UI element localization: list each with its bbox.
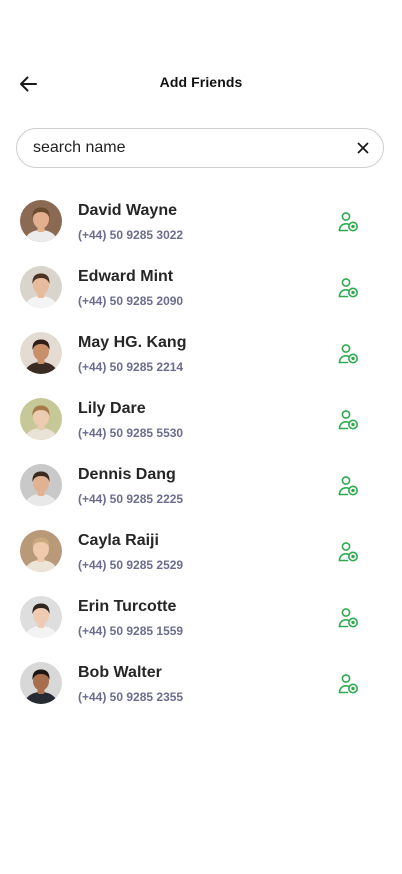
search-bar — [16, 128, 384, 168]
add-user-icon — [338, 410, 358, 430]
friend-phone: (+44) 50 9285 5530 — [78, 426, 184, 440]
friend-name: David Wayne — [78, 202, 177, 219]
add-user-icon — [338, 344, 358, 364]
avatar — [20, 530, 62, 572]
add-friend-button[interactable] — [334, 538, 362, 566]
add-user-icon — [338, 212, 358, 232]
friend-row: Cayla Raiji (+44) 50 9285 2529 — [0, 522, 402, 588]
friend-row: Lily Dare (+44) 50 9285 5530 — [0, 390, 402, 456]
friend-row: May HG. Kang (+44) 50 9285 2214 — [0, 324, 402, 390]
add-user-icon — [338, 542, 358, 562]
friend-row: Erin Turcotte (+44) 50 9285 1559 — [0, 588, 402, 654]
friend-phone: (+44) 50 9285 2355 — [78, 690, 184, 704]
add-friend-button[interactable] — [334, 274, 362, 302]
friend-name: Bob Walter — [78, 664, 162, 681]
friend-list: David Wayne (+44) 50 9285 3022 Edward Mi… — [0, 192, 402, 720]
friend-row: Edward Mint (+44) 50 9285 2090 — [0, 258, 402, 324]
friend-row: Dennis Dang (+44) 50 9285 2225 — [0, 456, 402, 522]
friend-name: Cayla Raiji — [78, 532, 159, 549]
friend-phone: (+44) 50 9285 2529 — [78, 558, 184, 572]
friend-row: Bob Walter (+44) 50 9285 2355 — [0, 654, 402, 720]
friend-phone: (+44) 50 9285 2225 — [78, 492, 184, 506]
add-user-icon — [338, 608, 358, 628]
avatar — [20, 266, 62, 308]
search-input[interactable] — [17, 129, 343, 167]
avatar — [20, 596, 62, 638]
friend-name: Erin Turcotte — [78, 598, 177, 615]
add-friend-button[interactable] — [334, 208, 362, 236]
close-icon — [357, 142, 369, 154]
friend-phone: (+44) 50 9285 1559 — [78, 624, 184, 638]
clear-search-button[interactable] — [343, 129, 383, 167]
add-user-icon — [338, 674, 358, 694]
add-friend-button[interactable] — [334, 472, 362, 500]
friend-phone: (+44) 50 9285 2090 — [78, 294, 184, 308]
friend-phone: (+44) 50 9285 2214 — [78, 360, 184, 374]
add-friend-button[interactable] — [334, 670, 362, 698]
add-user-icon — [338, 476, 358, 496]
avatar — [20, 464, 62, 506]
add-user-icon — [338, 278, 358, 298]
friend-name: Lily Dare — [78, 400, 146, 417]
friend-name: May HG. Kang — [78, 334, 187, 351]
avatar — [20, 332, 62, 374]
friend-name: Edward Mint — [78, 268, 174, 285]
avatar — [20, 200, 62, 242]
add-friend-button[interactable] — [334, 406, 362, 434]
app-header: Add Friends — [0, 64, 402, 104]
page-title: Add Friends — [159, 74, 243, 90]
friend-row: David Wayne (+44) 50 9285 3022 — [0, 192, 402, 258]
add-friend-button[interactable] — [334, 340, 362, 368]
add-friend-button[interactable] — [334, 604, 362, 632]
friend-name: Dennis Dang — [78, 466, 176, 483]
avatar — [20, 398, 62, 440]
avatar — [20, 662, 62, 704]
friend-phone: (+44) 50 9285 3022 — [78, 228, 184, 242]
